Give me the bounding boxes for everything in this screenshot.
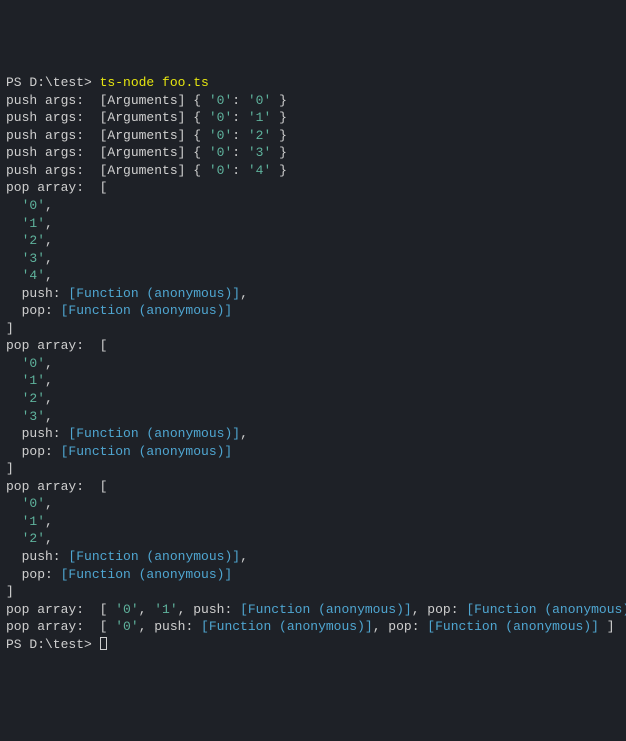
pop-array-item: '3', — [6, 250, 620, 268]
array-item: '0' — [22, 356, 45, 371]
push-args-line: push args: [Arguments] { '0': '2' } — [6, 127, 620, 145]
pop-array-close: ] — [6, 320, 620, 338]
pop-label: pop array: [ — [6, 602, 115, 617]
pop-key: , pop: — [412, 602, 467, 617]
arg-key: '0' — [209, 110, 232, 125]
array-item: '0' — [115, 619, 138, 634]
pop-array-item: '3', — [6, 408, 620, 426]
pop-array-pop: pop: [Function (anonymous)] — [6, 443, 620, 461]
function-ref: [Function (anonymous)] — [466, 602, 626, 617]
pop-array-inline: pop array: [ '0', push: [Function (anony… — [6, 618, 620, 636]
pop-array-item: '1', — [6, 215, 620, 233]
function-ref: [Function (anonymous)] — [201, 619, 373, 634]
push-label: push args: — [6, 128, 100, 143]
function-ref: [Function (anonymous)] — [68, 426, 240, 441]
pop-array-item: '1', — [6, 513, 620, 531]
array-item: '3' — [22, 409, 45, 424]
pop-array-item: '2', — [6, 390, 620, 408]
pop-key: , pop: — [373, 619, 428, 634]
pop-array-close: ] — [6, 583, 620, 601]
pop-key: pop: — [6, 303, 61, 318]
pop-array-push: push: [Function (anonymous)], — [6, 548, 620, 566]
arg-key: '0' — [209, 128, 232, 143]
arg-value: '0' — [248, 93, 271, 108]
push-key: push: — [6, 549, 68, 564]
push-label: push args: — [6, 93, 100, 108]
shell-prompt: PS D:\test> — [6, 75, 100, 90]
cursor[interactable] — [100, 637, 107, 650]
array-item: '1' — [22, 373, 45, 388]
push-key: push: — [6, 426, 68, 441]
push-args-line: push args: [Arguments] { '0': '4' } — [6, 162, 620, 180]
array-item: '0' — [22, 496, 45, 511]
array-item: '2' — [22, 233, 45, 248]
pop-label: pop array: [ — [6, 619, 115, 634]
arguments-label: [Arguments] — [100, 145, 194, 160]
push-key: push: — [154, 619, 201, 634]
arg-key: '0' — [209, 163, 232, 178]
push-args-line: push args: [Arguments] { '0': '3' } — [6, 144, 620, 162]
arguments-label: [Arguments] — [100, 93, 194, 108]
push-args-line: push args: [Arguments] { '0': '0' } — [6, 92, 620, 110]
array-item: '1' — [22, 216, 45, 231]
function-ref: [Function (anonymous)] — [68, 549, 240, 564]
array-item: '3' — [22, 251, 45, 266]
arg-key: '0' — [209, 93, 232, 108]
pop-array-inline: pop array: [ '0', '1', push: [Function (… — [6, 601, 620, 619]
push-label: push args: — [6, 145, 100, 160]
pop-array-item: '1', — [6, 372, 620, 390]
function-ref: [Function (anonymous)] — [68, 286, 240, 301]
pop-array-pop: pop: [Function (anonymous)] — [6, 302, 620, 320]
function-ref: [Function (anonymous)] — [240, 602, 412, 617]
terminal-output: PS D:\test> ts-node foo.tspush args: [Ar… — [6, 74, 620, 653]
pop-array-item: '4', — [6, 267, 620, 285]
prompt-line: PS D:\test> ts-node foo.ts — [6, 74, 620, 92]
arg-value: '3' — [248, 145, 271, 160]
array-item: '0' — [22, 198, 45, 213]
arguments-label: [Arguments] — [100, 128, 194, 143]
array-item: '2' — [22, 391, 45, 406]
pop-key: pop: — [6, 444, 61, 459]
arg-key: '0' — [209, 145, 232, 160]
push-args-line: push args: [Arguments] { '0': '1' } — [6, 109, 620, 127]
function-ref: [Function (anonymous)] — [61, 303, 233, 318]
arg-value: '2' — [248, 128, 271, 143]
command-text: ts-node foo.ts — [100, 75, 209, 90]
array-item: '4' — [22, 268, 45, 283]
arg-value: '4' — [248, 163, 271, 178]
pop-label: pop array: [ — [6, 180, 107, 195]
array-item: '2' — [22, 531, 45, 546]
array-item: '1' — [22, 514, 45, 529]
pop-array-header: pop array: [ — [6, 478, 620, 496]
pop-array-item: '0', — [6, 495, 620, 513]
push-label: push args: — [6, 163, 100, 178]
function-ref: [Function (anonymous)] — [427, 619, 599, 634]
push-label: push args: — [6, 110, 100, 125]
pop-array-header: pop array: [ — [6, 337, 620, 355]
pop-array-close: ] — [6, 460, 620, 478]
pop-array-pop: pop: [Function (anonymous)] — [6, 566, 620, 584]
array-item: '1' — [154, 602, 177, 617]
push-key: push: — [193, 602, 240, 617]
shell-prompt: PS D:\test> — [6, 637, 100, 652]
pop-label: pop array: [ — [6, 479, 107, 494]
push-key: push: — [6, 286, 68, 301]
pop-array-push: push: [Function (anonymous)], — [6, 285, 620, 303]
pop-array-item: '2', — [6, 232, 620, 250]
array-item: '0' — [115, 602, 138, 617]
function-ref: [Function (anonymous)] — [61, 444, 233, 459]
arguments-label: [Arguments] — [100, 163, 194, 178]
arguments-label: [Arguments] — [100, 110, 194, 125]
prompt-line: PS D:\test> — [6, 636, 620, 654]
pop-array-item: '0', — [6, 355, 620, 373]
pop-array-item: '0', — [6, 197, 620, 215]
pop-array-item: '2', — [6, 530, 620, 548]
pop-label: pop array: [ — [6, 338, 107, 353]
pop-array-push: push: [Function (anonymous)], — [6, 425, 620, 443]
arg-value: '1' — [248, 110, 271, 125]
pop-array-header: pop array: [ — [6, 179, 620, 197]
